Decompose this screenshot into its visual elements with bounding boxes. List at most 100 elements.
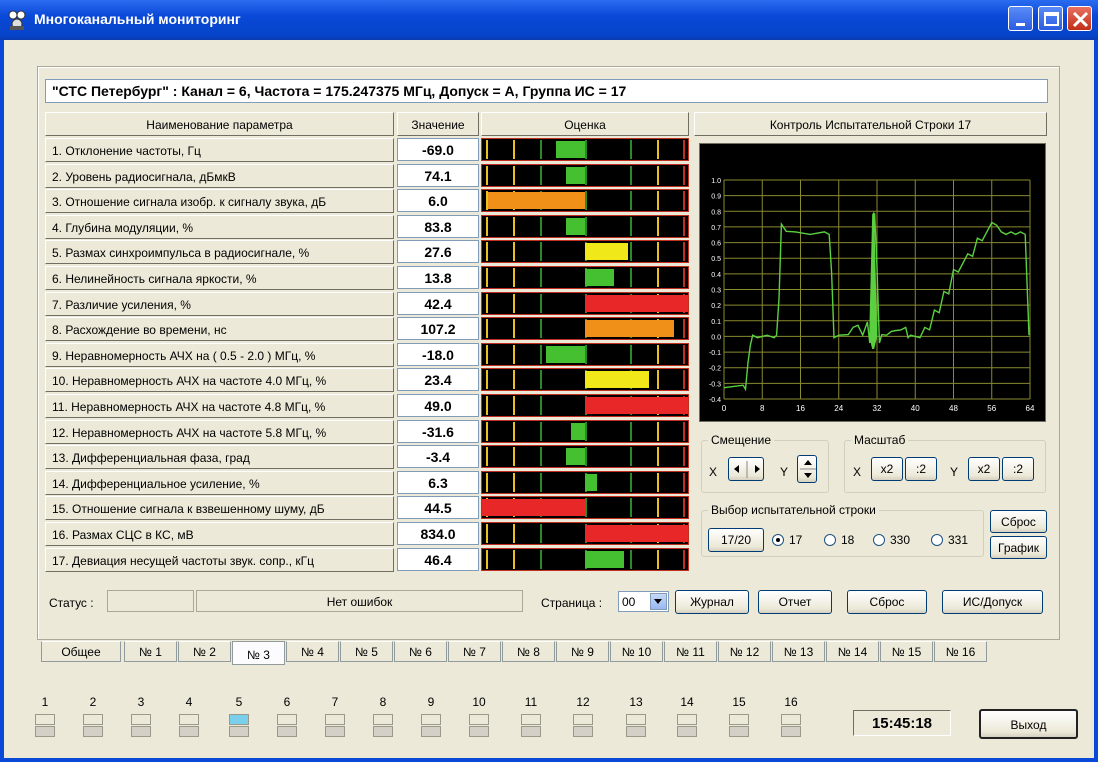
param-score-bar (481, 471, 689, 494)
close-button[interactable] (1067, 6, 1092, 31)
report-button[interactable]: Отчет (758, 590, 832, 614)
score-level-fill (585, 397, 688, 414)
tab-channel-5[interactable]: № 5 (340, 641, 393, 662)
exit-button[interactable]: Выход (979, 709, 1078, 739)
column-header-control[interactable]: Контроль Испытательной Строки 17 (694, 112, 1047, 136)
line-radio-18[interactable]: 18 (824, 533, 854, 547)
scale-group-label: Масштаб (851, 433, 909, 447)
radio-circle-icon (873, 534, 885, 546)
line-17-20-button[interactable]: 17/20 (708, 528, 764, 552)
tab-channel-12[interactable]: № 12 (718, 641, 771, 662)
tab-channel-7[interactable]: № 7 (448, 641, 501, 662)
maximize-button[interactable] (1038, 6, 1063, 31)
channel-indicator[interactable] (131, 714, 151, 738)
channel-indicator[interactable] (229, 714, 249, 738)
score-scale-tick (657, 191, 659, 210)
channel-indicator[interactable] (469, 714, 489, 738)
channel-indicator[interactable] (677, 714, 697, 738)
score-scale-tick (486, 473, 488, 492)
tab-channel-9[interactable]: № 9 (556, 641, 609, 662)
scale-y-zoom-in-button[interactable]: x2 (968, 457, 1000, 481)
offset-y-label: Y (780, 465, 789, 479)
channel-indicator[interactable] (781, 714, 801, 738)
score-scale-tick (630, 550, 632, 569)
line-radio-331[interactable]: 331 (931, 533, 968, 547)
channel-indicator[interactable] (325, 714, 345, 738)
score-scale-tick (513, 242, 515, 261)
channel-indicator[interactable] (83, 714, 103, 738)
channel-indicator[interactable] (626, 714, 646, 738)
score-scale-tick (630, 345, 632, 364)
chart-reset-button[interactable]: Сброс (990, 510, 1047, 533)
column-header-score[interactable]: Оценка (481, 112, 689, 136)
param-value: 6.0 (397, 189, 479, 212)
x-tick-label: 16 (796, 404, 805, 413)
chevron-down-icon[interactable] (650, 593, 667, 610)
tab-channel-8[interactable]: № 8 (502, 641, 555, 662)
tab-channel-11[interactable]: № 11 (664, 641, 717, 662)
score-scale-tick (683, 191, 685, 210)
score-scale-tick (540, 370, 542, 389)
column-header-value[interactable]: Значение (397, 112, 479, 136)
tolerance-button[interactable]: ИС/Допуск (942, 590, 1043, 614)
tab-channel-3[interactable]: № 3 (232, 641, 285, 665)
channel-indicator[interactable] (573, 714, 593, 738)
journal-button[interactable]: Журнал (675, 590, 749, 614)
channel-led-top (277, 714, 297, 725)
minimize-icon (1016, 23, 1025, 26)
channel-indicator[interactable] (421, 714, 441, 738)
tab-channel-15[interactable]: № 15 (880, 641, 933, 662)
scale-x-zoom-in-button[interactable]: x2 (871, 457, 903, 481)
channel-number: 15 (732, 695, 746, 709)
channel-indicator[interactable] (521, 714, 541, 738)
x-tick-label: 64 (1026, 404, 1035, 413)
x-tick-label: 24 (834, 404, 843, 413)
score-scale-tick (657, 166, 659, 185)
tab-channel-14[interactable]: № 14 (826, 641, 879, 662)
param-value: 107.2 (397, 317, 479, 340)
channel-indicator[interactable] (729, 714, 749, 738)
score-level-fill (585, 474, 597, 491)
y-tick-label: 0.9 (711, 194, 721, 201)
score-scale-tick (683, 140, 685, 159)
offset-y-spinner[interactable] (797, 455, 817, 483)
tab-channel-1[interactable]: № 1 (124, 641, 177, 662)
tab-channel-4[interactable]: № 4 (286, 641, 339, 662)
offset-x-spinner[interactable] (728, 457, 764, 481)
channel-indicator[interactable] (373, 714, 393, 738)
line-select-label: Выбор испытательной строки (708, 503, 879, 517)
score-scale-tick (630, 447, 632, 466)
scale-x-label: X (853, 465, 862, 479)
tab-channel-10[interactable]: № 10 (610, 641, 663, 662)
channel-indicator[interactable] (277, 714, 297, 738)
page-select[interactable]: 00 (618, 591, 669, 612)
score-scale-tick (585, 345, 587, 364)
channel-indicator[interactable] (179, 714, 199, 738)
channel-number: 13 (629, 695, 643, 709)
line-radio-17[interactable]: 17 (772, 533, 802, 547)
param-name: 10. Неравномерность АЧХ на частоте 4.0 М… (45, 368, 394, 392)
minimize-button[interactable] (1008, 6, 1033, 31)
channel-indicator[interactable] (35, 714, 55, 738)
tab-channel-16[interactable]: № 16 (934, 641, 987, 662)
channel-led-top (626, 714, 646, 725)
score-scale-tick (630, 217, 632, 236)
tab-general[interactable]: Общее (41, 641, 121, 662)
score-level-fill (566, 448, 585, 465)
score-scale-tick (585, 447, 587, 466)
param-name: 16. Размах СЦС в КС, мВ (45, 522, 394, 546)
score-scale-tick (540, 268, 542, 287)
scale-x-zoom-out-button[interactable]: :2 (905, 457, 937, 481)
channel-number: 14 (680, 695, 694, 709)
column-header-name[interactable]: Наименование параметра (45, 112, 394, 136)
reset-button[interactable]: Сброс (847, 590, 927, 614)
score-scale-tick (683, 370, 685, 389)
page-label: Страница : (541, 596, 603, 610)
channel-led-top (677, 714, 697, 725)
line-radio-330[interactable]: 330 (873, 533, 910, 547)
graph-button[interactable]: График (990, 536, 1047, 559)
tab-channel-13[interactable]: № 13 (772, 641, 825, 662)
scale-y-zoom-out-button[interactable]: :2 (1002, 457, 1034, 481)
tab-channel-2[interactable]: № 2 (178, 641, 231, 662)
tab-channel-6[interactable]: № 6 (394, 641, 447, 662)
